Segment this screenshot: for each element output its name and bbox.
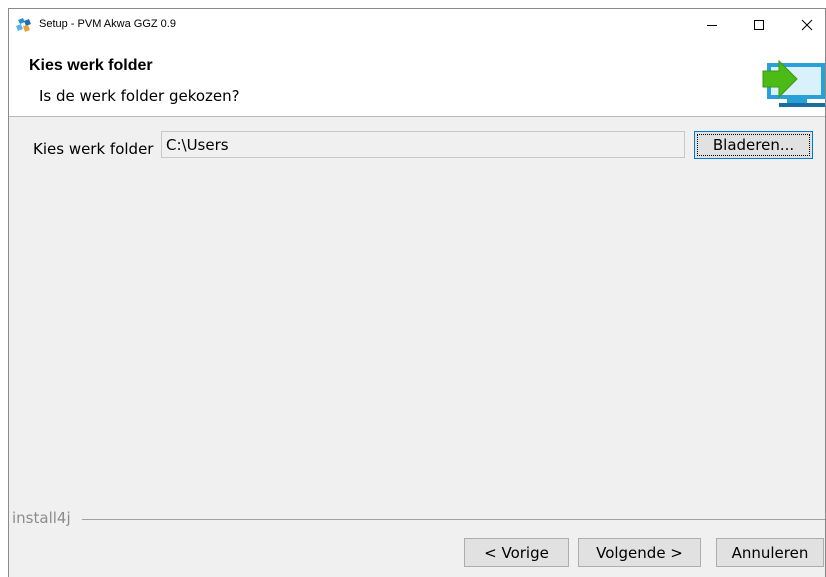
window-title: Setup - PVM Akwa GGZ 0.9 — [39, 18, 176, 30]
folder-label: Kies werk folder — [33, 140, 154, 158]
close-button[interactable] — [784, 9, 825, 41]
page-subtitle: Is de werk folder gekozen? — [39, 87, 240, 105]
footer-divider — [82, 519, 825, 520]
close-icon — [801, 19, 812, 31]
page-title: Kies werk folder — [29, 57, 153, 74]
title-bar[interactable]: Setup - PVM Akwa GGZ 0.9 — [9, 9, 825, 41]
wizard-header: Kies werk folder Is de werk folder gekoz… — [9, 41, 825, 117]
minimize-button[interactable] — [689, 9, 734, 41]
setup-window: Setup - PVM Akwa GGZ 0.9 Kies werk folde… — [9, 9, 825, 577]
previous-button[interactable]: < Vorige — [464, 538, 569, 567]
next-button[interactable]: Volgende > — [578, 538, 701, 567]
install-computer-arrow-icon — [761, 53, 825, 109]
cancel-button[interactable]: Annuleren — [716, 538, 824, 567]
minimize-icon — [706, 25, 717, 26]
maximize-icon — [753, 20, 764, 30]
app-icon — [15, 18, 33, 33]
browse-button[interactable]: Bladeren... — [694, 131, 813, 159]
folder-path-input[interactable] — [161, 131, 685, 158]
installer-brand: install4j — [12, 509, 71, 527]
browse-button-label: Bladeren... — [697, 134, 810, 156]
maximize-button[interactable] — [736, 9, 781, 41]
